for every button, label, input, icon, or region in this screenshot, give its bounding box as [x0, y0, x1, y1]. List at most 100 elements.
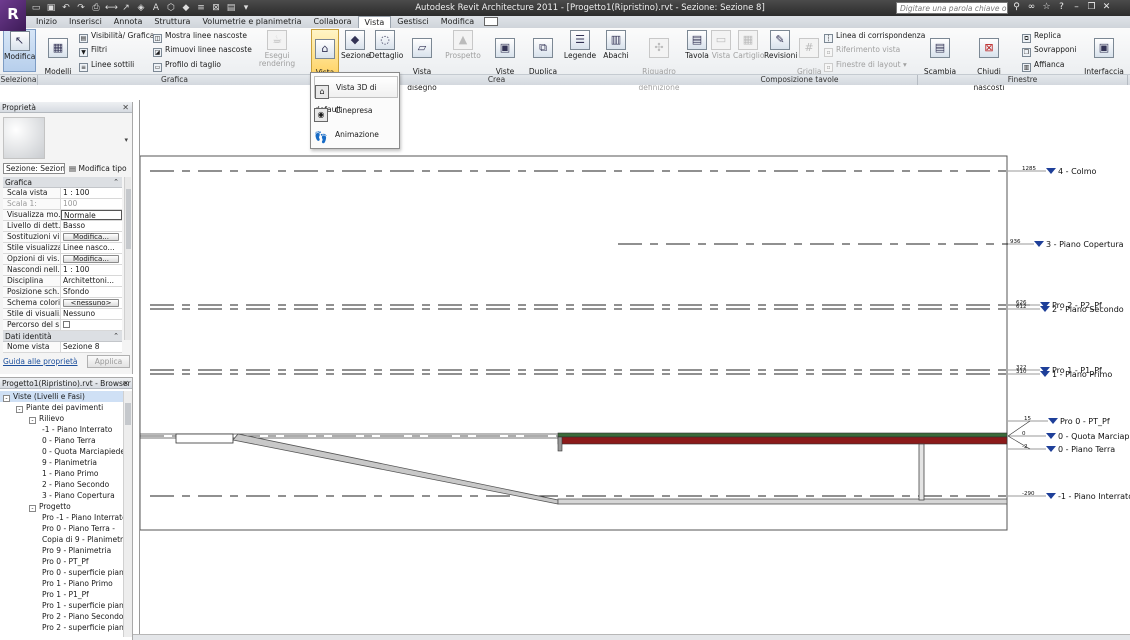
browser-node[interactable]: Pro 0 - PT_Pf: [0, 556, 123, 567]
tag-icon[interactable]: ◈: [135, 2, 147, 14]
schedules-button[interactable]: ▥ Abachi: [600, 29, 632, 72]
tree-toggle-icon[interactable]: -: [29, 417, 36, 424]
view-reference-button[interactable]: ▫ Riferimento vista: [824, 45, 900, 57]
text-icon[interactable]: A: [150, 2, 162, 14]
section-button[interactable]: ◆ Sezione: [341, 29, 370, 72]
property-value[interactable]: Architettoni...: [61, 276, 122, 286]
print-icon[interactable]: ⎙: [90, 2, 102, 14]
browser-node[interactable]: 9 - Planimetria: [0, 457, 123, 468]
display-options-edit-button[interactable]: Modifica...: [63, 255, 119, 263]
browser-node[interactable]: Pro 1 - P1_Pf: [0, 589, 123, 600]
properties-help-link[interactable]: Guida alle proprietà: [3, 357, 78, 366]
ramp-slab[interactable]: [232, 433, 559, 505]
default-3d-view-item[interactable]: ⌂ Vista 3D di default: [314, 76, 398, 114]
browser-node[interactable]: 0 - Piano Terra: [0, 435, 123, 446]
section-view-canvas[interactable]: 1285 4 - Colmo936 3 - Piano Copertura626 Pr…: [140, 100, 1130, 635]
viewports-button[interactable]: ▫ Finestre di layout ▾: [824, 60, 907, 72]
switch-windows-icon[interactable]: ▤: [225, 2, 237, 14]
level-head-icon[interactable]: [1040, 371, 1050, 377]
browser-node[interactable]: Pro 1 - Piano Primo: [0, 578, 123, 589]
sheet-button[interactable]: ▤ Tavola: [684, 29, 710, 72]
property-value[interactable]: Sfondo: [61, 287, 122, 297]
browser-node[interactable]: - Progetto: [0, 501, 123, 512]
browser-node[interactable]: Pro 2 - Piano Secondo: [0, 611, 123, 622]
view-templates-button[interactable]: ▦ Modelli vista: [42, 29, 74, 84]
property-row[interactable]: Schema colori <nessuno>: [3, 298, 122, 309]
thin-lines-icon[interactable]: ≡: [195, 2, 207, 14]
modifica-button[interactable]: ↖ Modifica: [3, 29, 36, 72]
property-value[interactable]: Basso: [61, 221, 122, 231]
browser-node[interactable]: 2 - Piano Secondo: [0, 479, 123, 490]
property-value[interactable]: 1 : 100: [61, 188, 122, 198]
vg-overrides-edit-button[interactable]: Modifica...: [63, 233, 119, 241]
tab-volumetrie[interactable]: Volumetrie e planimetria: [196, 16, 307, 28]
switch-windows-button[interactable]: ▤ Scambia finestre: [922, 29, 958, 84]
level-head-icon[interactable]: [1046, 168, 1056, 174]
property-value[interactable]: Sezione 8: [61, 342, 122, 352]
browser-node[interactable]: Pro 9 - Planimetria: [0, 545, 123, 556]
edit-type-button[interactable]: ▤ Modifica tipo: [69, 163, 127, 174]
close-icon[interactable]: ✕: [122, 102, 129, 113]
close-icon[interactable]: ✕: [1101, 1, 1112, 14]
group-grafica[interactable]: Grafica: [38, 75, 312, 85]
property-row[interactable]: Percorso del s...: [3, 320, 122, 331]
property-row[interactable]: Nome vista Sezione 8: [3, 342, 122, 353]
minimize-icon[interactable]: –: [1071, 1, 1082, 14]
browser-node[interactable]: 0 - Quota Marciapiede: [0, 446, 123, 457]
binoculars-icon[interactable]: ∞: [1026, 1, 1037, 14]
level-name[interactable]: Pro 0 - PT_Pf: [1060, 417, 1110, 426]
application-menu-button[interactable]: R: [0, 0, 26, 31]
camera-item[interactable]: ◉ Cinepresa: [314, 100, 398, 122]
type-selector[interactable]: Sezione: Sezion ▾: [3, 163, 65, 174]
level-name[interactable]: -1 - Piano Interrato: [1058, 492, 1130, 501]
title-block-button[interactable]: ▦ Cartiglio: [733, 29, 764, 72]
place-view-button[interactable]: ▭ Vista: [710, 29, 732, 72]
basement-slab[interactable]: [557, 498, 1008, 505]
open-icon[interactable]: ▭: [30, 2, 42, 14]
view-control-bar[interactable]: [133, 634, 1130, 640]
restore-icon[interactable]: ❐: [1086, 1, 1097, 14]
level-name[interactable]: 4 - Colmo: [1058, 167, 1097, 176]
level-head-icon[interactable]: [1046, 493, 1056, 499]
measure-icon[interactable]: ⟷: [105, 2, 118, 14]
tile-button[interactable]: ▥ Affianca: [1022, 60, 1064, 72]
tab-struttura[interactable]: Struttura: [148, 16, 196, 28]
matchline-button[interactable]: ┆ Linea di corrispondenza: [824, 31, 925, 43]
group-seleziona[interactable]: Seleziona: [0, 75, 38, 85]
browser-node[interactable]: Pro 0 - superficie piano: [0, 567, 123, 578]
3d-view-icon[interactable]: ⬡: [165, 2, 177, 14]
help-icon[interactable]: ?: [1056, 1, 1067, 14]
replicate-button[interactable]: ⧉ Replica: [1022, 31, 1061, 43]
properties-scrollbar[interactable]: [124, 177, 131, 340]
property-row[interactable]: Opzioni di vis... Modifica...: [3, 254, 122, 265]
chevron-down-icon[interactable]: ▾: [124, 136, 128, 144]
sun-path-checkbox[interactable]: [63, 321, 70, 328]
show-hidden-lines-button[interactable]: ◫ Mostra linee nascoste: [153, 31, 247, 43]
property-row[interactable]: Stile visualizza...Linee nasco...: [3, 243, 122, 254]
thin-lines-button[interactable]: ≡ Linee sottili: [79, 60, 134, 72]
section-icon[interactable]: ◆: [180, 2, 192, 14]
property-row[interactable]: Stile di visuali... Nessuno: [3, 309, 122, 320]
plan-views-button[interactable]: ▣ Viste di pianta: [488, 29, 522, 84]
duplicate-view-button[interactable]: ⧉ Duplica vista: [527, 29, 559, 84]
wall-stub[interactable]: [557, 436, 563, 452]
walkthrough-item[interactable]: 👣 Animazione: [314, 124, 398, 146]
property-value[interactable]: Linee nasco...: [61, 243, 122, 253]
graphics-section-header[interactable]: Grafica ⌃: [3, 177, 122, 188]
browser-node[interactable]: Copia di 9 - Planimetria: [0, 534, 123, 545]
property-row[interactable]: Posizione sch... Sfondo: [3, 287, 122, 298]
tab-gestisci[interactable]: Gestisci: [391, 16, 434, 28]
property-value[interactable]: Nessuno: [61, 309, 122, 319]
drawing-area[interactable]: 1285 4 - Colmo 936 3 - Piano Copertura 626 Pr…: [139, 100, 1130, 635]
browser-node[interactable]: 1 - Piano Primo: [0, 468, 123, 479]
drafting-view-button[interactable]: ▱ Vista di disegno: [404, 29, 440, 92]
browser-node[interactable]: Pro 2 - superficie piano: [0, 622, 123, 633]
remove-hidden-lines-button[interactable]: ◪ Rimuovi linee nascoste: [153, 45, 252, 57]
cut-profile-button[interactable]: ▭ Profilo di taglio: [153, 60, 221, 72]
search-icon[interactable]: ⚲: [1011, 1, 1022, 14]
property-row[interactable]: Scala vista 1 : 100: [3, 188, 122, 199]
browser-node[interactable]: Pro 0 - Piano Terra -: [0, 523, 123, 534]
tree-toggle-icon[interactable]: -: [16, 406, 23, 413]
level-head-icon[interactable]: [1040, 306, 1050, 312]
scrollbar-thumb[interactable]: [125, 403, 131, 425]
